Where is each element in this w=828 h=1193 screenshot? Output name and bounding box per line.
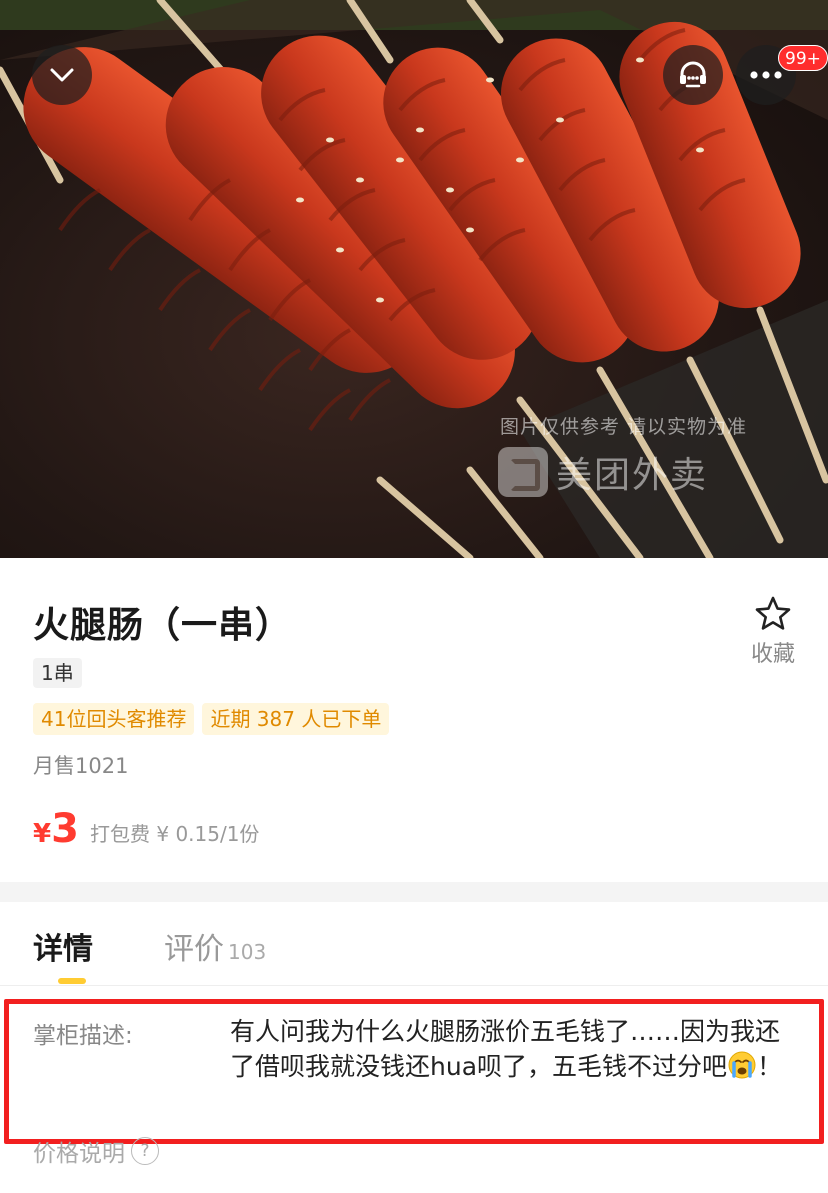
price: ¥ 3 — [33, 806, 79, 852]
price-note[interactable]: 价格说明 ? — [33, 1134, 159, 1168]
promo-tags: 41位回头客推荐 近期 387 人已下单 — [33, 703, 390, 735]
price-currency: ¥ — [33, 819, 52, 849]
product-title: 火腿肠（一串） — [33, 605, 293, 646]
tab-review-label: 评价 — [164, 932, 224, 967]
tab-active-indicator — [58, 978, 86, 984]
tab-bar-border — [0, 985, 828, 986]
price-note-label: 价格说明 — [33, 1141, 125, 1167]
customer-service-button[interactable] — [663, 45, 723, 105]
favorite-button[interactable]: 收藏 — [742, 596, 804, 668]
question-icon: ? — [131, 1137, 159, 1165]
spec-tag: 1串 — [33, 658, 82, 688]
favorite-label: 收藏 — [750, 642, 795, 667]
description-label: 掌柜描述: — [33, 1023, 133, 1049]
description-end: ！ — [757, 1052, 783, 1081]
chevron-down-icon — [50, 68, 74, 82]
more-icon — [750, 71, 782, 79]
crying-emoji-icon — [728, 1051, 756, 1079]
price-value: 3 — [51, 806, 79, 852]
section-divider — [0, 882, 828, 902]
image-watermark-text: 图片仅供参考 请以实物为准 — [500, 416, 748, 438]
repeat-customer-tag: 41位回头客推荐 — [33, 703, 195, 735]
recent-orders-tag: 近期 387 人已下单 — [202, 703, 390, 735]
packing-fee: 打包费 ¥ 0.15/1份 — [90, 822, 260, 846]
description-text: 有人问我为什么火腿肠涨价五毛钱了……因为我还了借呗我就没钱还hua呗了，五毛钱不… — [230, 1014, 790, 1084]
monthly-sales: 月售1021 — [33, 754, 129, 778]
customer-service-icon — [680, 61, 706, 88]
watermark-brand-label: 美团外卖 — [556, 455, 709, 496]
image-watermark-brand: 美团外卖 — [498, 446, 708, 498]
tab-detail[interactable]: 详情 — [33, 924, 93, 968]
review-count: 103 — [228, 940, 267, 964]
description-body: 有人问我为什么火腿肠涨价五毛钱了……因为我还了借呗我就没钱还hua呗了，五毛钱不… — [230, 1017, 781, 1081]
tab-review[interactable]: 评价 103 — [164, 924, 266, 968]
collapse-button[interactable] — [32, 45, 92, 105]
notification-badge: 99+ — [778, 45, 828, 71]
brand-logo-icon — [498, 447, 548, 497]
star-icon — [755, 596, 791, 630]
